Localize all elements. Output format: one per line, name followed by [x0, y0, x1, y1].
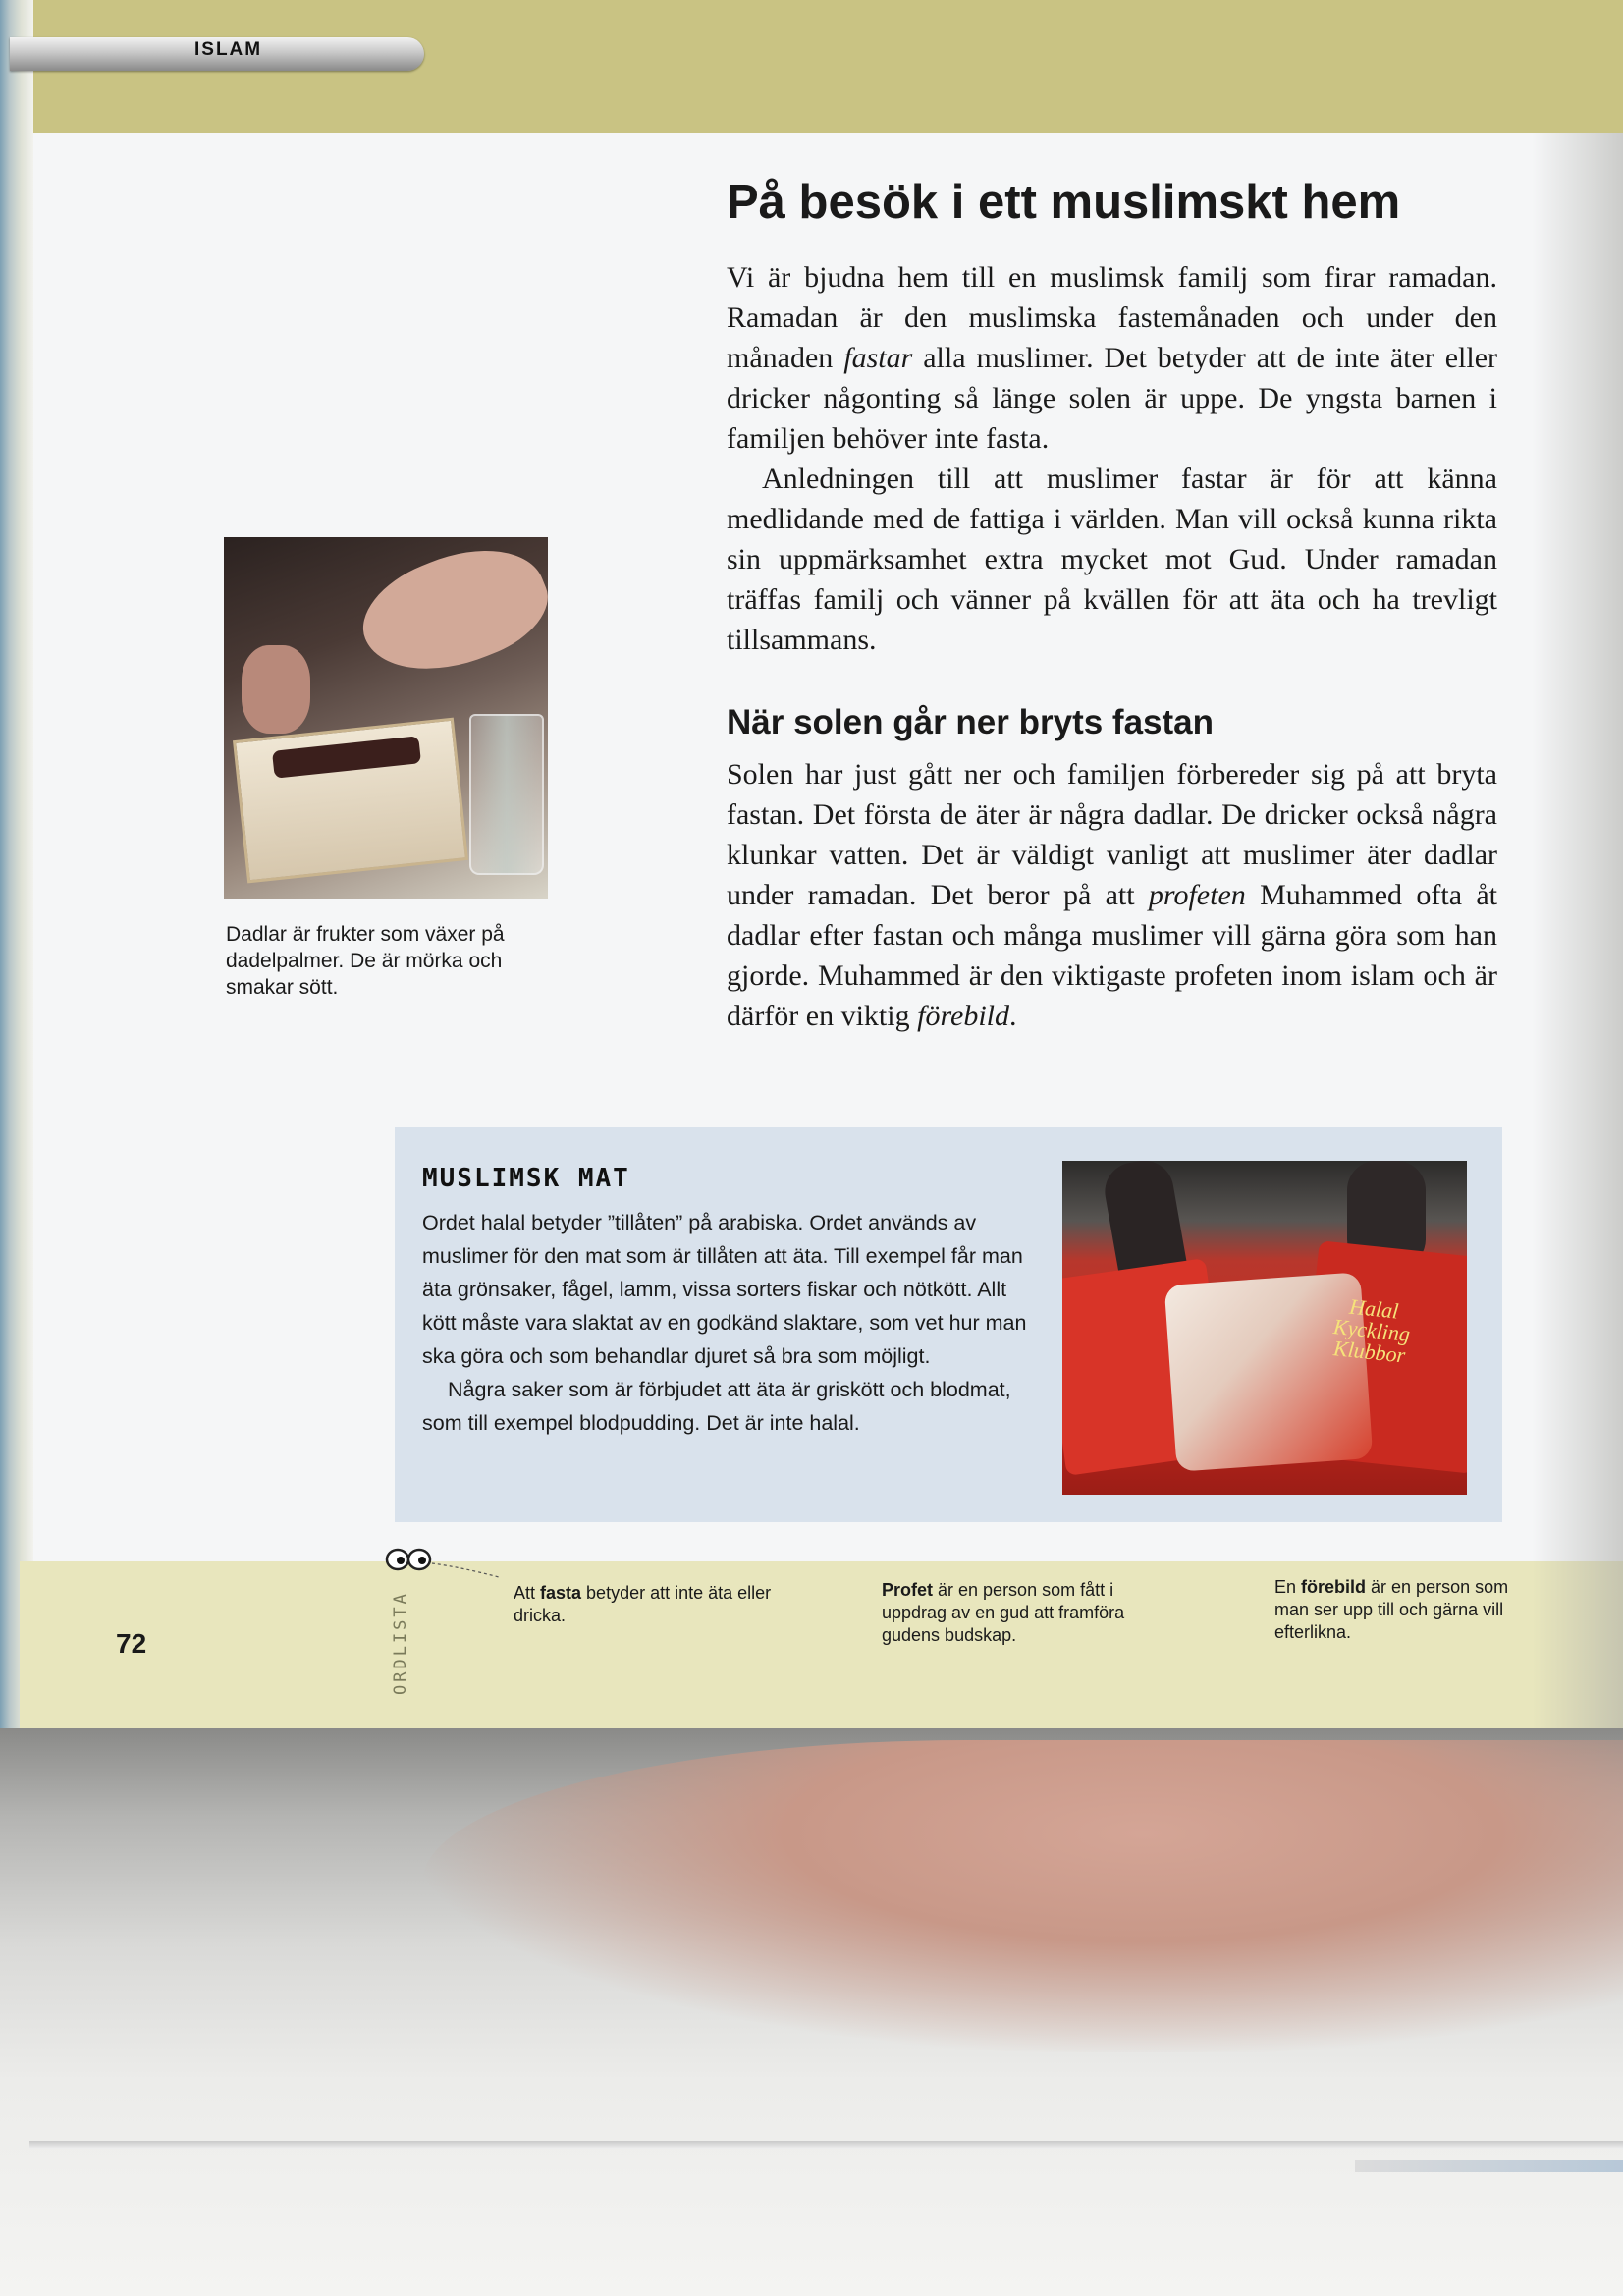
text-run: . [1009, 1000, 1017, 1032]
pointer-line [432, 1562, 500, 1578]
book-edge [29, 2141, 1623, 2149]
glossary-label: ORDLISTA [389, 1581, 416, 1699]
intro-text: Vi är bjudna hem till en muslimsk familj… [727, 257, 1497, 660]
glossary-entry-forebild: En förebild är en person som man ser upp… [1274, 1576, 1520, 1644]
info-box-paragraph: Några saker som är förbjudet att äta är … [422, 1378, 1011, 1435]
glossary-term-forebild: förebild [917, 1000, 1009, 1032]
photo-hand [242, 645, 310, 734]
photo-caption: Dadlar är frukter som växer på dadelpalm… [226, 923, 505, 999]
dates-photo [224, 537, 548, 899]
page-title: På besök i ett muslimskt hem [727, 176, 1401, 229]
package-label: Halal Kyckling Klubbor [1331, 1293, 1412, 1368]
book-spine-edge [0, 0, 33, 1728]
water-glass [469, 714, 544, 875]
text-run: Att [514, 1583, 541, 1603]
glossary-term: förebild [1301, 1577, 1367, 1597]
text-run: En [1274, 1577, 1302, 1597]
glossary-entry-profet: Profet är en person som fått i uppdrag a… [882, 1579, 1176, 1647]
body-text: Solen har just gått ner och familjen för… [727, 754, 1497, 1036]
body-paragraph: Solen har just gått ner och familjen för… [727, 754, 1497, 1036]
glossary-entry-fasta: Att fasta betyder att inte äta eller dri… [514, 1582, 788, 1627]
eyes-icon [385, 1548, 432, 1571]
page-curl-shadow [1532, 133, 1623, 1728]
info-box-paragraph: Ordet halal betyder ”tillåten” på arabis… [422, 1211, 1027, 1368]
intro-paragraph: Anledningen till att muslimer fastar är … [727, 463, 1497, 656]
glossary-term: Profet [882, 1580, 934, 1600]
glossary-label-text: ORDLISTA [391, 1591, 410, 1695]
glossary-term-fastar: fastar [843, 342, 913, 374]
page-number: 72 [116, 1628, 147, 1659]
book-edge-corner [1355, 2160, 1623, 2172]
subheading: När solen går ner bryts fastan [727, 703, 1214, 741]
glossary-term: fasta [540, 1583, 582, 1603]
info-box-text: Ordet halal betyder ”tillåten” på arabis… [422, 1206, 1041, 1440]
info-box-title: MUSLIMSK MAT [422, 1164, 630, 1193]
intro-paragraph: Vi är bjudna hem till en muslimsk familj… [727, 257, 1497, 459]
halal-food-photo: Halal Kyckling Klubbor [1062, 1161, 1467, 1495]
glossary-term-profeten: profeten [1148, 879, 1246, 911]
section-tab-label: ISLAM [194, 39, 263, 60]
photo-hand [348, 537, 548, 696]
